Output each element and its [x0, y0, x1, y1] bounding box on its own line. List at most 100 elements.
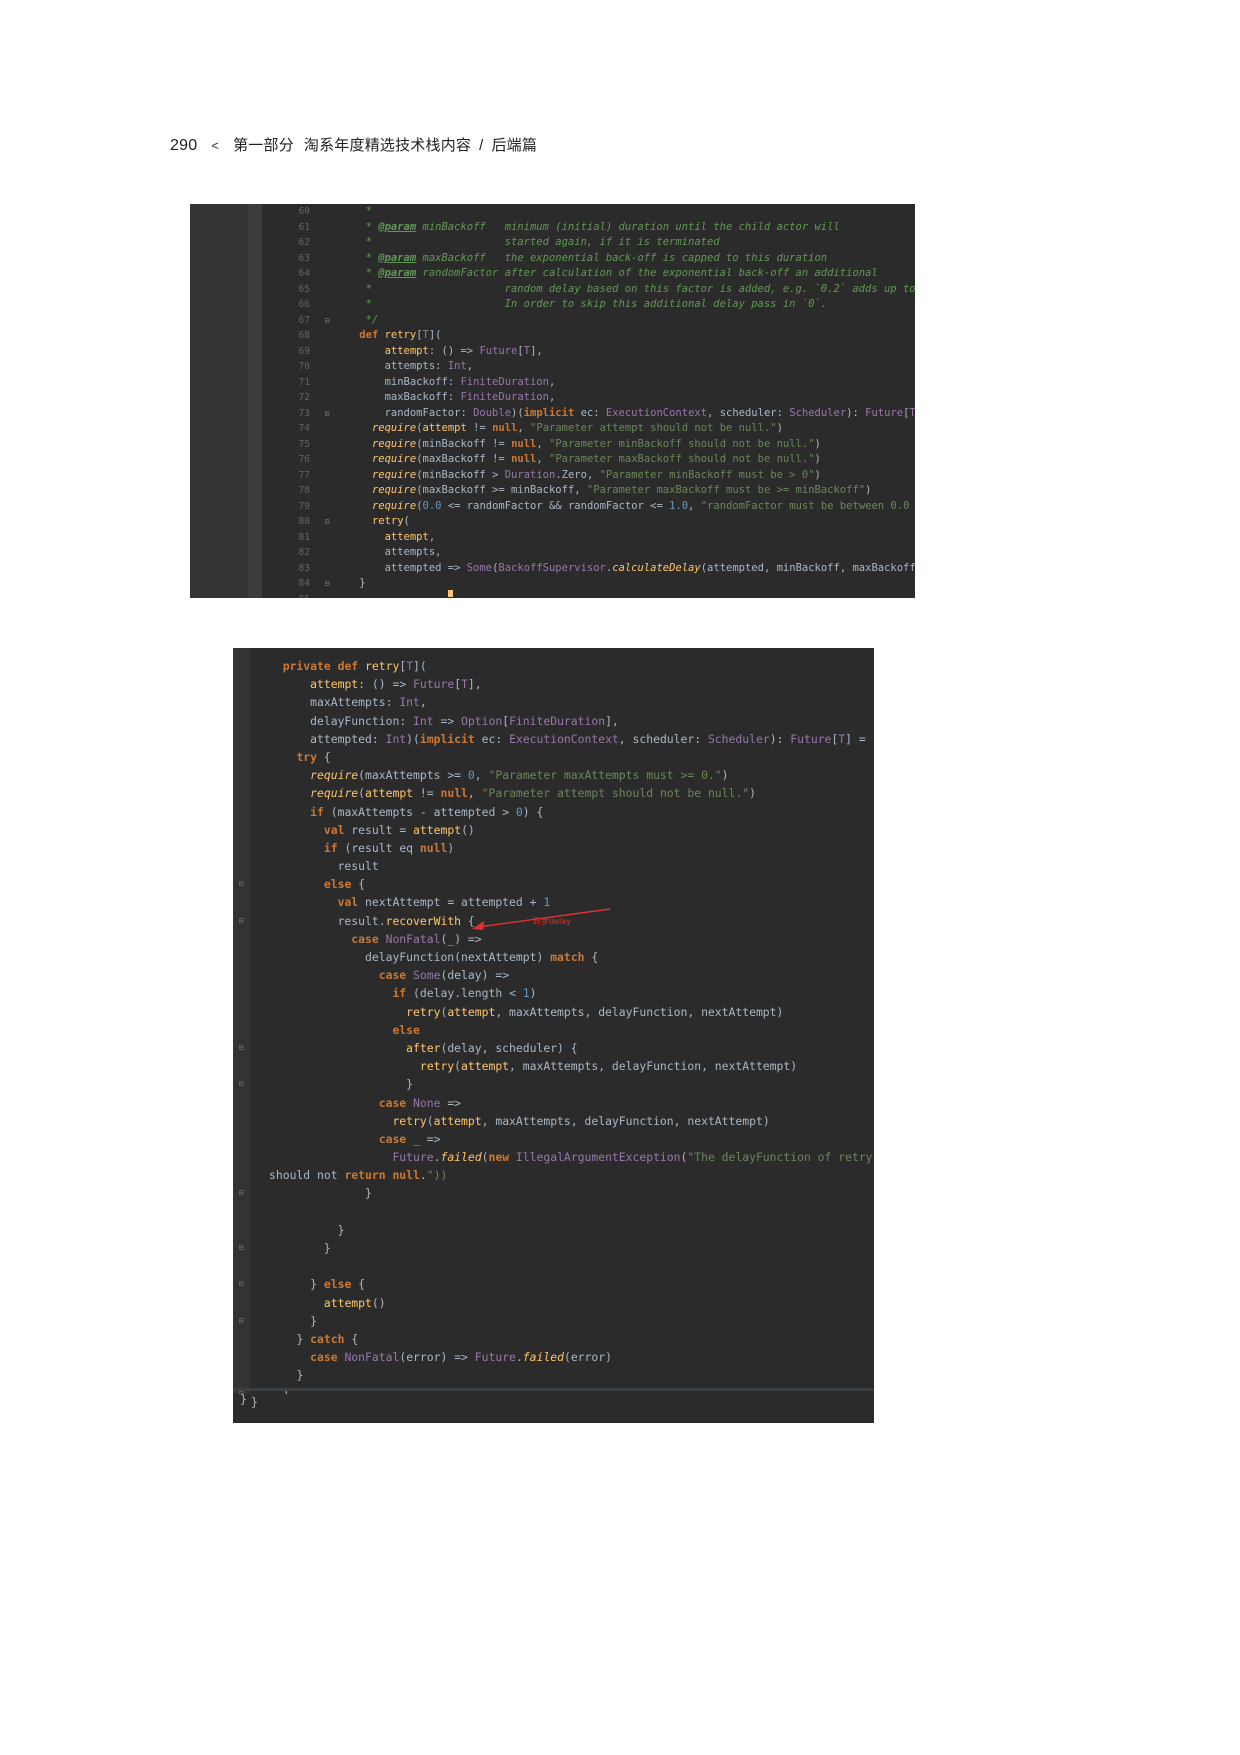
code-text: if (delay.length < 1) [392, 986, 537, 1001]
code-line: 76 require(maxBackoff != null, "Paramete… [262, 452, 915, 468]
code-text: require(minBackoff > Duration.Zero, "Par… [371, 468, 821, 481]
code-line: 85 [262, 592, 915, 599]
code-text: * random delay based on this factor is a… [365, 282, 915, 295]
code-line: result [251, 857, 874, 875]
breadcrumb-slash: / [479, 137, 484, 154]
line-number: 75 [298, 438, 310, 450]
code-text: def retry[T]( [359, 329, 442, 341]
line-number: 65 [298, 283, 310, 295]
code-line: delayFunction: Int => Option[FiniteDurat… [251, 712, 874, 730]
code-text: attempts: Int, [334, 360, 474, 372]
code-line: 67 ⊟ */ [262, 313, 915, 329]
code-text: } [365, 1186, 372, 1201]
code-text: require(attempt != null, "Parameter atte… [310, 786, 756, 801]
code-text: attempts, [334, 546, 442, 558]
code-line: retry(attempt, maxAttempts, delayFunctio… [251, 1057, 874, 1075]
line-number: 85 [262, 592, 310, 599]
code-text: require(maxAttempts >= 0, "Parameter max… [310, 768, 729, 783]
fold-toggle-icon[interactable]: ⊟ [322, 576, 332, 592]
fold-toggle-icon[interactable]: ⊟ [235, 1039, 247, 1057]
code-line: val result = attempt() [251, 821, 874, 839]
fold-toggle-icon[interactable]: ⊟ [322, 406, 332, 422]
code-line: case NonFatal(_) => [251, 930, 874, 948]
code-text: delayFunction(nextAttempt) match { [269, 950, 599, 964]
caret-marker [448, 590, 453, 597]
code-fold-gutter[interactable] [248, 204, 262, 598]
code-line: try { [251, 748, 874, 766]
breadcrumb-part: 第一部分 [233, 137, 294, 154]
line-number: 84 [298, 578, 310, 589]
code-line: Future.failed(new IllegalArgumentExcepti… [251, 1148, 874, 1166]
code-line: 62 * started again, if it is terminated [262, 235, 915, 251]
code-line: case NonFatal(error) => Future.failed(er… [251, 1348, 874, 1366]
code-text: if (maxAttempts - attempted > 0) { [310, 804, 544, 819]
fold-toggle-icon[interactable]: ⊟ [235, 1184, 247, 1202]
code-text: randomFactor: Double)(implicit ec: Execu… [334, 406, 915, 419]
fold-toggle-icon[interactable]: ⊟ [235, 1239, 247, 1257]
code-text: case NonFatal(error) => Future.failed(er… [310, 1350, 612, 1365]
code-text: case Some(delay) => [378, 968, 510, 983]
line-number-gutter [190, 204, 248, 598]
code-text: delayFunction: Int => Option[FiniteDurat… [269, 713, 619, 728]
code-text: if (result eq null) [323, 840, 455, 855]
line-number: 67 [298, 314, 310, 326]
line-number: 60 [298, 206, 310, 217]
code-text: else [392, 1022, 420, 1037]
code-text: retry( [371, 515, 410, 527]
code-text: case NonFatal(_) => [351, 931, 482, 946]
fold-toggle-icon[interactable]: ⊟ [322, 514, 332, 530]
code-line: 68 def retry[T]( [262, 328, 915, 344]
fold-toggle-icon[interactable]: ⊟ [235, 1312, 247, 1330]
code-line: if (delay.length < 1) [251, 984, 874, 1002]
code-text: } [310, 1313, 318, 1328]
line-number: 73 [298, 407, 310, 419]
line-number: 82 [298, 547, 310, 558]
code-text: retry(attempt, maxAttempts, delayFunctio… [419, 1059, 798, 1074]
code-text: case None => [378, 1095, 462, 1110]
code-text: require(attempt != null, "Parameter atte… [371, 422, 783, 434]
code-line: if (maxAttempts - attempted > 0) { [251, 803, 874, 821]
line-number: 72 [298, 392, 310, 403]
code-line: if (result eq null) [251, 839, 874, 857]
code-text: case _ => [378, 1131, 441, 1146]
code-text: private def retry[T]( [282, 659, 427, 673]
code-line: 78 require(maxBackoff >= minBackoff, "Pa… [262, 483, 915, 499]
line-number: 78 [298, 485, 310, 496]
code-line: require(attempt != null, "Parameter atte… [251, 784, 874, 802]
code-fold-gutter-two[interactable] [233, 648, 251, 1423]
page-number: 290 [170, 137, 198, 154]
code-line: 71 minBackoff: FiniteDuration, [262, 375, 915, 391]
code-line: 64 * @param randomFactor after calculati… [262, 266, 915, 282]
code-line: 79 require(0.0 <= randomFactor && random… [262, 499, 915, 515]
annotation-label: 异步delay [533, 917, 571, 926]
code-line: val nextAttempt = attempted + 1 [251, 893, 874, 911]
code-line: 80 ⊟ retry( [262, 514, 915, 530]
breadcrumb-subsection: 后端篇 [491, 137, 538, 154]
code-text: require(minBackoff != null, "Parameter m… [371, 437, 821, 450]
fold-toggle-icon[interactable]: ⊟ [235, 912, 247, 930]
code-line: else [251, 1021, 874, 1039]
code-text: after(delay, scheduler) { [406, 1040, 578, 1055]
fold-toggle-icon[interactable]: ⊟ [235, 875, 247, 893]
code-line: require(maxAttempts >= 0, "Parameter max… [251, 766, 874, 784]
line-number: 66 [298, 299, 310, 310]
code-line: 74 require(attempt != null, "Parameter a… [262, 421, 915, 437]
line-number: 83 [298, 562, 310, 574]
code-line: attempted: Int)(implicit ec: ExecutionCo… [251, 730, 874, 748]
line-number: 64 [298, 268, 310, 279]
code-text: * @param minBackoff minimum (initial) du… [334, 220, 840, 233]
code-lines-container: 60 * 61 * @param minBackoff minimum (init… [262, 204, 915, 598]
code-text: * @param randomFactor after calculation … [334, 267, 878, 279]
fold-toggle-icon[interactable]: ⊟ [322, 313, 332, 329]
code-line: 75 require(minBackoff != null, "Paramete… [262, 437, 915, 453]
fold-toggle-icon[interactable]: ⊟ [235, 1275, 247, 1293]
code-line: 70 attempts: Int, [262, 359, 915, 375]
code-line: ⊟ } else { [239, 1275, 874, 1293]
editor-tail: } [233, 1394, 874, 1423]
breadcrumb-section: 淘系年度精选技术栈内容 [303, 137, 472, 154]
code-text: maxBackoff: FiniteDuration, [334, 391, 556, 403]
fold-toggle-icon[interactable]: ⊟ [235, 1075, 247, 1093]
code-text: minBackoff: FiniteDuration, [334, 375, 556, 388]
code-text: attempt, [384, 530, 436, 543]
